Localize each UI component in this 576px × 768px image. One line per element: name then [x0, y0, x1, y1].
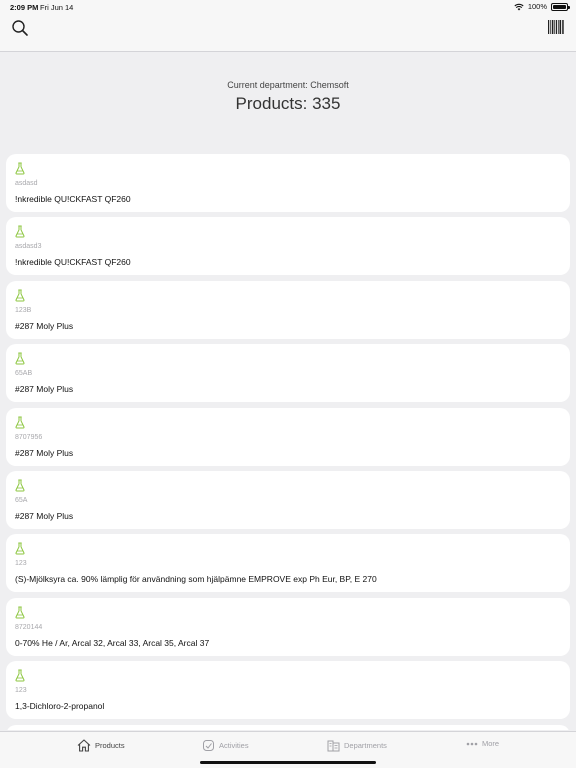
product-name: !nkredible QU!CKFAST QF260: [15, 194, 131, 204]
product-card[interactable]: 65AB #287 Moly Plus: [6, 344, 570, 403]
tab-products[interactable]: Products: [77, 739, 125, 752]
product-card[interactable]: 8707956 #287 Moly Plus: [6, 407, 570, 466]
tab-more[interactable]: More: [466, 739, 499, 748]
product-card[interactable]: 123 1,3-Dichloro-2-propanol: [6, 661, 570, 720]
tab-activities-label: Activities: [219, 741, 249, 750]
tab-departments-label: Departments: [344, 741, 387, 750]
activities-icon: [203, 740, 214, 751]
page-header: Current department: Chemsoft Products: 3…: [0, 80, 576, 114]
status-date: Fri Jun 14: [40, 3, 74, 12]
product-code: 8707956: [15, 433, 43, 441]
product-card[interactable]: 123 (S)-Mjölksyra ca. 90% lämplig för anv…: [6, 534, 570, 593]
product-code: 123: [15, 560, 27, 568]
battery-fill: [553, 4, 566, 9]
product-card[interactable]: 123B #287 Moly Plus: [6, 280, 570, 339]
flask-icon: [15, 542, 25, 555]
product-name: !nkredible QU!CKFAST QF260: [15, 257, 131, 268]
status-time: 2:09 PM: [10, 3, 39, 12]
product-code: 65A: [15, 496, 28, 504]
product-name: #287 Moly Plus: [15, 447, 74, 458]
product-code: 123B: [15, 306, 32, 314]
flask-icon: [15, 416, 25, 429]
product-code: 65AB: [15, 370, 33, 378]
navigation-bar: [0, 14, 576, 52]
flask-icon: [15, 669, 25, 682]
product-list[interactable]: asdasd !nkredible QU!CKFAST QF260 asdasd3!…: [6, 154, 570, 730]
search-icon[interactable]: [10, 18, 30, 38]
product-name: (S)-Mjölksyra ca. 90% lämplig för använd…: [15, 574, 377, 585]
product-name: #287 Moly Plus: [15, 384, 74, 395]
product-name: #287 Moly Plus: [15, 510, 74, 521]
screen: 2:09 PM Fri Jun 14 100% Current departme…: [0, 0, 576, 768]
product-card[interactable]: 65A #287 Moly Plus: [6, 470, 570, 529]
barcode-icon[interactable]: [548, 20, 564, 34]
home-indicator: [200, 761, 376, 764]
flask-icon: [15, 162, 25, 175]
status-right: 100%: [514, 2, 570, 11]
products-count: Products: 335: [235, 94, 341, 113]
battery-icon: [551, 2, 570, 11]
flask-icon: [15, 352, 25, 365]
flask-icon: [15, 289, 25, 302]
product-code: asdasd: [15, 180, 38, 187]
product-code: 8720144: [15, 623, 43, 631]
tab-activities[interactable]: Activities: [202, 739, 249, 752]
tab-more-label: More: [482, 739, 500, 748]
flask-icon: [15, 479, 25, 492]
departments-icon: [327, 740, 340, 752]
product-card[interactable]: 8720144 0-70% He / Ar, Arcal 32, Arcal 33…: [6, 597, 570, 656]
more-icon: [466, 742, 478, 745]
flask-icon: [15, 225, 25, 238]
status-bar: 2:09 PM Fri Jun 14 100%: [0, 0, 576, 14]
flask-icon: [15, 606, 25, 619]
product-name: 1,3-Dichloro-2-propanol: [15, 701, 105, 712]
current-department: Current department: Chemsoft: [227, 80, 349, 90]
product-code: 123: [15, 687, 27, 695]
tab-departments[interactable]: Departments: [327, 739, 387, 752]
home-icon: [77, 739, 91, 752]
product-card[interactable]: [6, 724, 570, 730]
product-code: asdasd3: [15, 243, 42, 251]
tab-products-label: Products: [95, 741, 125, 750]
product-name: 0-70% He / Ar, Arcal 32, Arcal 33, Arcal…: [15, 637, 210, 648]
battery-percent: 100%: [527, 2, 547, 11]
product-name: #287 Moly Plus: [15, 320, 74, 331]
product-card[interactable]: asdasd !nkredible QU!CKFAST QF260: [6, 154, 570, 212]
wifi-icon: [514, 3, 524, 10]
product-card[interactable]: asdasd3 !nkredible QU!CKFAST QF260: [6, 217, 570, 276]
